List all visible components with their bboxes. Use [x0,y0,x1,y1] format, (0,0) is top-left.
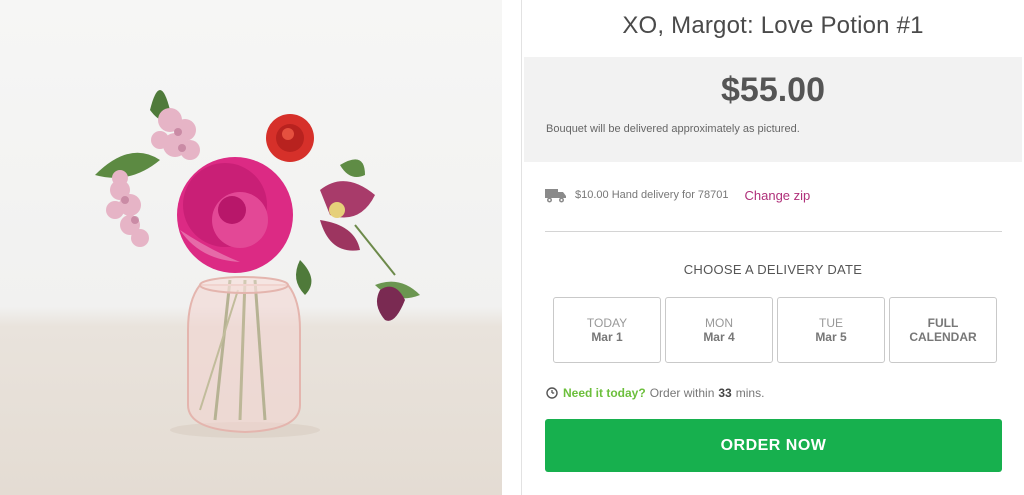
full-calendar-label-1: FULL [927,316,959,330]
date-option-today[interactable]: TODAY Mar 1 [553,297,661,363]
date-option-date: Mar 5 [815,330,847,344]
product-title: XO, Margot: Love Potion #1 [622,12,924,39]
date-option-day: TUE [819,316,843,330]
product-image [0,0,502,495]
order-within-text: Order within [649,386,715,400]
price-note: Bouquet will be delivered approximately … [546,123,800,135]
bouquet-illustration [95,90,420,438]
delivery-info: $10.00 Hand delivery for 78701 Change zi… [545,185,810,205]
section-divider [545,231,1002,232]
need-it-today-text: Need it today? [563,386,646,400]
change-zip-link[interactable]: Change zip [745,188,811,203]
price-box: $55.00 Bouquet will be delivered approxi… [524,57,1022,162]
date-option-tue[interactable]: TUE Mar 5 [777,297,885,363]
date-option-mon[interactable]: MON Mar 4 [665,297,773,363]
full-calendar-button[interactable]: FULL CALENDAR [889,297,997,363]
delivery-date-heading: CHOOSE A DELIVERY DATE [683,262,863,277]
urgency-message: Need it today? Order within 33 mins. [546,386,764,400]
order-now-button[interactable]: ORDER NOW [545,419,1002,472]
delivery-text: $10.00 Hand delivery for 78701 [575,189,729,201]
date-option-day: TODAY [586,316,628,330]
delivery-date-options: TODAY Mar 1 MON Mar 4 TUE Mar 5 FULL CAL… [553,297,997,363]
product-detail-panel: XO, Margot: Love Potion #1 $55.00 Bouque… [522,0,1024,495]
date-option-date: Mar 4 [703,330,735,344]
clock-icon [546,387,558,399]
minutes-remaining: 33 [718,386,732,400]
product-price: $55.00 [721,71,825,109]
truck-icon [545,189,566,203]
mins-suffix: mins. [735,386,765,400]
date-option-date: Mar 1 [591,330,623,344]
date-option-day: MON [705,316,733,330]
full-calendar-label-2: CALENDAR [909,330,977,344]
